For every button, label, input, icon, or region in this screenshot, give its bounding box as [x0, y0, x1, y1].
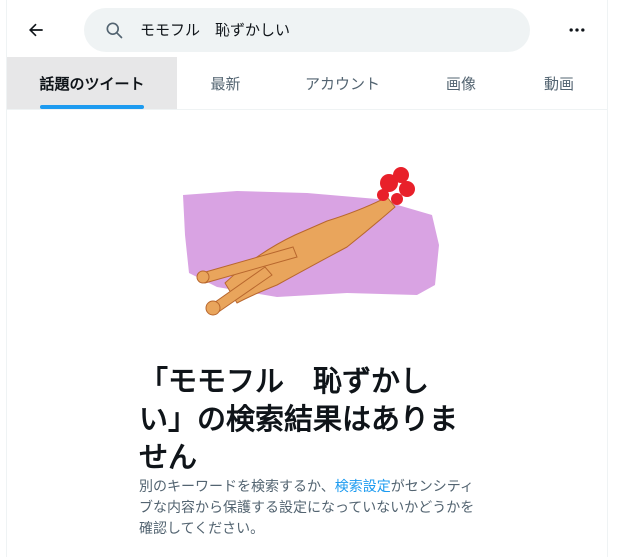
search-settings-link[interactable]: 検索設定: [335, 479, 391, 495]
more-options-button[interactable]: [560, 13, 594, 47]
chicken-comb: [377, 167, 415, 205]
top-bar: モモフル 恥ずかしい: [7, 0, 607, 57]
rubber-chicken-illustration: [183, 167, 439, 316]
more-horizontal-icon: [569, 28, 585, 32]
arrow-left-icon: [29, 23, 43, 37]
tab-label: 画像: [445, 74, 476, 93]
empty-state-title: 「モモフル 恥ずかしい」の検索結果はありません: [139, 364, 459, 474]
back-button[interactable]: [19, 13, 53, 47]
search-results-column: モモフル 恥ずかしい 話題のツイート 最新 アカウント 画像 動画 「モモフル …: [6, 0, 608, 557]
active-tab-indicator: [40, 105, 144, 109]
search-icon: [106, 22, 123, 39]
desc-text: 別のキーワードを検索するか、: [139, 479, 335, 495]
empty-state-description: 別のキーワードを検索するか、検索設定がセンシティブな内容から保護する設定になって…: [139, 477, 479, 540]
search-box[interactable]: モモフル 恥ずかしい: [84, 8, 530, 52]
tab-latest[interactable]: 最新: [177, 57, 274, 109]
tab-label: 最新: [210, 74, 241, 93]
tab-accounts[interactable]: アカウント: [274, 57, 411, 109]
tab-top[interactable]: 話題のツイート: [7, 57, 177, 109]
tab-label: アカウント: [304, 74, 380, 93]
search-tabs: 話題のツイート 最新 アカウント 画像 動画: [7, 57, 607, 110]
tab-videos[interactable]: 動画: [511, 57, 607, 109]
tab-images[interactable]: 画像: [411, 57, 511, 109]
tab-label: 話題のツイート: [39, 74, 145, 93]
search-input[interactable]: モモフル 恥ずかしい: [140, 8, 290, 52]
tab-label: 動画: [543, 74, 574, 93]
